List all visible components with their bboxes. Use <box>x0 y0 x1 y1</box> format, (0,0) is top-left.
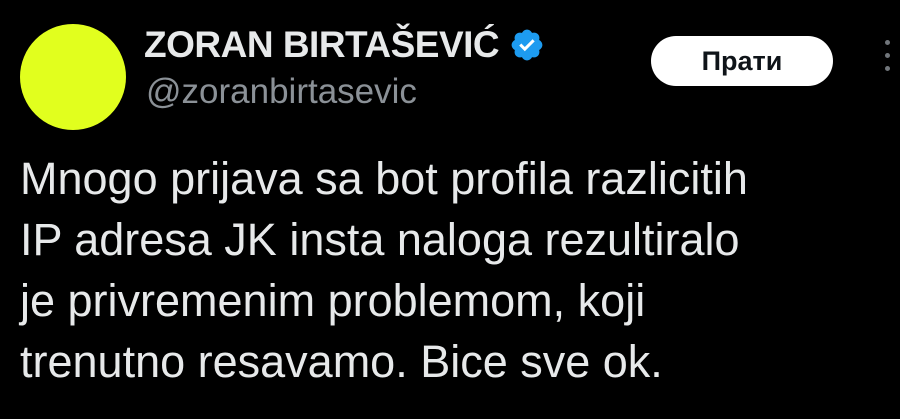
verified-badge-icon <box>509 27 545 63</box>
author-name-row: ZORAN BIRTAŠEVIĆ <box>144 20 545 70</box>
more-vertical-icon[interactable] <box>880 40 894 84</box>
follow-button[interactable]: Прати <box>651 36 833 86</box>
tweet-text-line: Mnogo prijava sa bot profila razlicitih <box>20 153 748 204</box>
author-handle[interactable]: @zoranbirtasevic <box>146 72 417 112</box>
tweet-text: Mnogo prijava sa bot profila razlicitih … <box>20 148 890 392</box>
tweet-text-line: trenutno resavamo. Bice sve ok. <box>20 336 663 387</box>
avatar[interactable] <box>20 24 126 130</box>
tweet-card: ZORAN BIRTAŠEVIĆ @zoranbirtasevic Прати … <box>0 0 900 419</box>
tweet-text-line: IP adresa JK insta naloga rezultiralo <box>20 214 740 265</box>
author-display-name[interactable]: ZORAN BIRTAŠEVIĆ <box>144 24 500 66</box>
tweet-text-line: je privremenim problemom, koji <box>20 275 646 326</box>
